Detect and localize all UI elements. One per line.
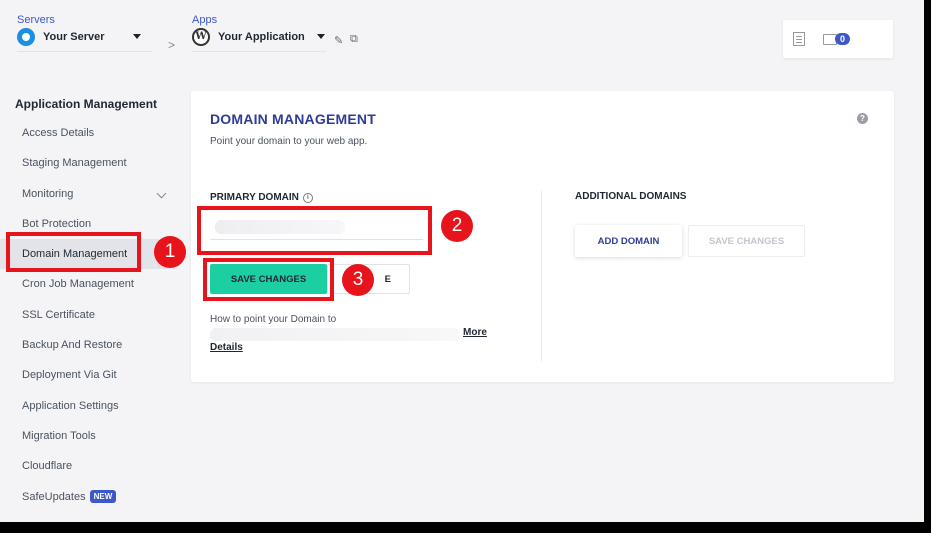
app-selector[interactable]: Apps W Your Application: [192, 14, 326, 52]
sidebar: Application Management Access Details St…: [0, 90, 175, 512]
digitalocean-icon: [17, 27, 35, 46]
page-subtitle: Point your domain to your web app.: [210, 136, 368, 147]
help-icon[interactable]: ?: [857, 113, 868, 124]
more-link[interactable]: More: [463, 327, 487, 338]
wordpress-icon: W: [192, 27, 210, 46]
sidebar-item-application-settings[interactable]: Application Settings: [0, 391, 175, 421]
new-badge: NEW: [89, 490, 117, 504]
sidebar-item-staging-management[interactable]: Staging Management: [0, 148, 175, 178]
servers-label: Servers: [17, 14, 55, 26]
step-marker-1: 1: [154, 236, 186, 268]
sidebar-title: Application Management: [15, 97, 158, 111]
divider: [541, 191, 542, 361]
apps-label: Apps: [192, 14, 218, 26]
notification-badge: 0: [835, 33, 851, 45]
additional-domains-label: ADDITIONAL DOMAINS: [575, 191, 687, 202]
chevron-down-icon[interactable]: [132, 34, 141, 39]
step-marker-2: 2: [441, 210, 473, 242]
page-title: DOMAIN MANAGEMENT: [210, 111, 376, 127]
save-changes-button[interactable]: SAVE CHANGES: [210, 264, 327, 294]
sidebar-item-cloudflare[interactable]: Cloudflare: [0, 451, 175, 481]
app-viewport: Servers Your Server > Apps W Your Applic…: [0, 0, 924, 522]
server-name: Your Server: [43, 30, 105, 43]
save-changes-disabled-button: SAVE CHANGES: [688, 225, 805, 257]
domain-management-card: DOMAIN MANAGEMENT Point your domain to y…: [191, 91, 894, 382]
details-link[interactable]: Details: [210, 342, 243, 353]
sidebar-item-deployment-via-git[interactable]: Deployment Via Git: [0, 360, 175, 390]
files-button[interactable]: 0: [823, 33, 851, 45]
sidebar-item-access-details[interactable]: Access Details: [0, 118, 175, 148]
sidebar-item-bot-protection[interactable]: Bot Protection: [0, 209, 175, 239]
top-actions: 0: [783, 20, 893, 58]
sidebar-item-ssl-certificate[interactable]: SSL Certificate: [0, 300, 175, 330]
external-link-icon[interactable]: ⧉: [350, 33, 358, 46]
breadcrumb-separator: >: [168, 38, 176, 52]
edit-icon[interactable]: ✎: [334, 34, 343, 47]
sidebar-item-backup-and-restore[interactable]: Backup And Restore: [0, 330, 175, 360]
step-marker-3: 3: [342, 264, 374, 296]
howto-text: How to point your Domain to: [210, 314, 337, 325]
primary-domain-label: PRIMARY DOMAIN i: [210, 192, 313, 203]
add-domain-button[interactable]: ADD DOMAIN: [575, 225, 682, 257]
top-bar: Servers Your Server > Apps W Your Applic…: [0, 0, 924, 70]
sidebar-item-migration-tools[interactable]: Migration Tools: [0, 421, 175, 451]
list-icon[interactable]: [793, 32, 805, 46]
sidebar-item-safeupdates[interactable]: SafeUpdates NEW: [0, 482, 175, 512]
server-selector[interactable]: Servers Your Server: [17, 14, 152, 52]
app-name: Your Application: [218, 30, 305, 43]
sidebar-item-domain-management[interactable]: Domain Management: [0, 239, 175, 270]
info-icon[interactable]: i: [302, 192, 313, 203]
chevron-down-icon[interactable]: [316, 34, 325, 39]
redacted-domain: [215, 220, 345, 234]
chevron-down-icon: [156, 188, 167, 199]
redacted-text: [210, 328, 460, 341]
sidebar-item-monitoring[interactable]: Monitoring: [0, 179, 175, 209]
sidebar-item-cron-job-management[interactable]: Cron Job Management: [0, 269, 175, 299]
